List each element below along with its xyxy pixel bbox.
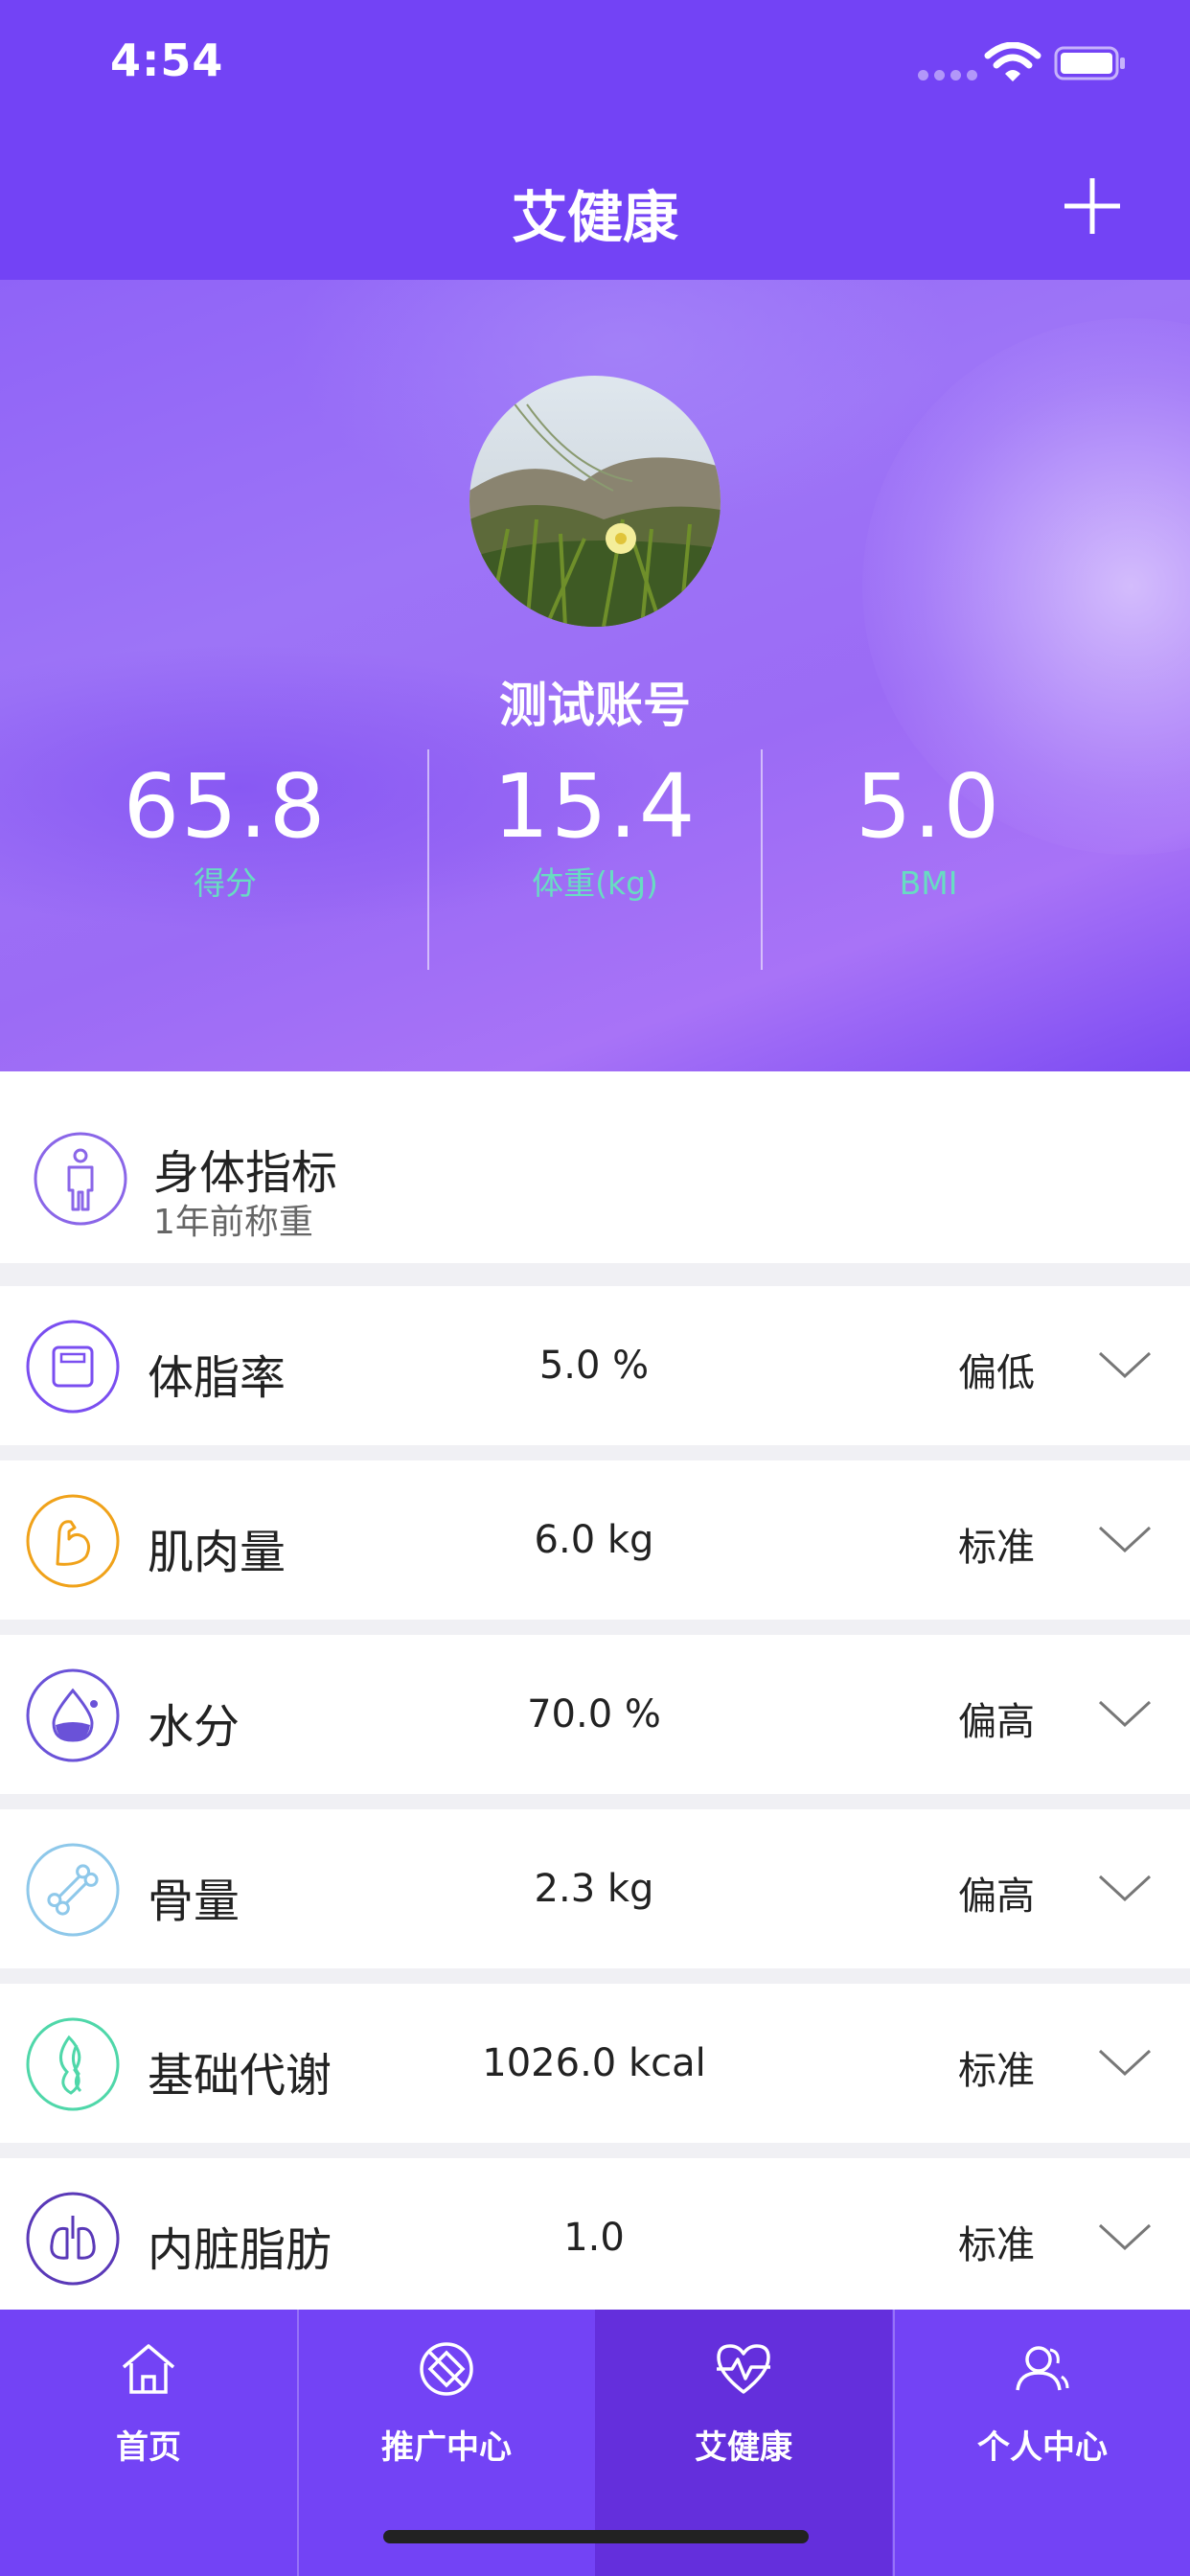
metric-name: 体脂率 (148, 1351, 286, 1405)
metric-status: 标准 (958, 1526, 1035, 1570)
metric-value: 1.0 (563, 2216, 625, 2260)
metric-status: 标准 (958, 2223, 1035, 2267)
stat-label: 得分 (194, 864, 257, 902)
status-time: 4:54 (110, 34, 224, 86)
avatar[interactable] (469, 376, 721, 627)
status-bar: 4:54 (0, 0, 1190, 134)
tab-label: 推广中心 (381, 2428, 512, 2467)
user-name: 测试账号 (499, 678, 691, 733)
metric-row-water[interactable]: 水分 70.0 % 偏高 (0, 1635, 1190, 1794)
chevron-down-icon[interactable] (1096, 1869, 1154, 1907)
flame-icon (26, 2017, 120, 2111)
metric-name: 水分 (148, 1700, 240, 1754)
metric-name: 基础代谢 (148, 2049, 332, 2103)
stats-panel: 65.8 得分 15.4 体重(kg) 5.0 BMI (57, 749, 1131, 970)
add-button[interactable] (1059, 172, 1126, 240)
tab-label: 艾健康 (695, 2428, 792, 2467)
nav-bar: 艾健康 (0, 134, 1190, 280)
metric-status: 偏低 (958, 1351, 1035, 1395)
stat-bmi: 5.0 BMI (761, 749, 1096, 903)
body-index-title: 身体指标 (153, 1146, 338, 1200)
metric-value: 5.0 % (538, 1344, 650, 1388)
chevron-down-icon[interactable] (1096, 1694, 1154, 1733)
last-weighed-text: 1年前称重 (153, 1203, 313, 1242)
metric-row-bone[interactable]: 骨量 2.3 kg 偏高 (0, 1809, 1190, 1968)
water-drop-icon (26, 1668, 120, 1762)
home-indicator[interactable] (383, 2530, 809, 2543)
body-index-section[interactable]: 身体指标 1年前称重 (0, 1071, 1190, 1263)
metric-row-bmr[interactable]: 基础代谢 1026.0 kcal 标准 (0, 1984, 1190, 2143)
metric-row-body-fat[interactable]: 体脂率 5.0 % 偏低 (0, 1286, 1190, 1445)
scale-icon (26, 1320, 120, 1414)
tab-label: 首页 (116, 2428, 181, 2467)
chevron-down-icon[interactable] (1096, 1520, 1154, 1558)
home-icon (122, 2344, 175, 2394)
metric-status: 偏高 (958, 1700, 1035, 1744)
chevron-down-icon[interactable] (1096, 1346, 1154, 1384)
heart-pulse-icon (717, 2344, 770, 2394)
stat-value: 65.8 (123, 755, 328, 858)
stat-value: 5.0 (855, 755, 1002, 858)
wifi-icon (984, 42, 1041, 81)
metric-value: 6.0 kg (534, 1518, 654, 1562)
tab-label: 个人中心 (977, 2428, 1108, 2467)
metric-status: 偏高 (958, 1874, 1035, 1919)
stat-label: BMI (899, 864, 958, 902)
user-icon (1016, 2346, 1069, 2391)
human-figure-icon (34, 1132, 127, 1226)
metric-row-visceral-fat[interactable]: 内脏脂肪 1.0 标准 (0, 2158, 1190, 2317)
lungs-icon (26, 2192, 120, 2286)
page-title: 艾健康 (511, 185, 678, 250)
metric-value: 2.3 kg (534, 1867, 654, 1911)
metric-value: 1026.0 kcal (482, 2041, 706, 2085)
bone-icon (26, 1843, 120, 1937)
chevron-down-icon[interactable] (1096, 2043, 1154, 2082)
stat-score: 65.8 得分 (57, 749, 393, 903)
metric-status: 标准 (958, 2049, 1035, 2093)
cellular-signal-icon (918, 70, 977, 80)
metric-name: 肌肉量 (148, 1526, 286, 1579)
metric-row-muscle[interactable]: 肌肉量 6.0 kg 标准 (0, 1460, 1190, 1620)
profile-header: 测试账号 65.8 得分 15.4 体重(kg) 5.0 BMI (0, 280, 1190, 1071)
stat-weight: 15.4 体重(kg) (427, 749, 763, 903)
promotion-icon (420, 2342, 473, 2396)
stat-label: 体重(kg) (532, 864, 658, 902)
tab-home[interactable]: 首页 (0, 2310, 297, 2576)
muscle-arm-icon (26, 1494, 120, 1588)
battery-icon (1054, 46, 1125, 80)
metric-name: 骨量 (148, 1874, 240, 1928)
tab-personal-center[interactable]: 个人中心 (894, 2310, 1190, 2576)
metric-value: 70.0 % (527, 1692, 661, 1736)
metric-name: 内脏脂肪 (148, 2223, 332, 2277)
stat-value: 15.4 (492, 755, 698, 858)
chevron-down-icon[interactable] (1096, 2218, 1154, 2256)
